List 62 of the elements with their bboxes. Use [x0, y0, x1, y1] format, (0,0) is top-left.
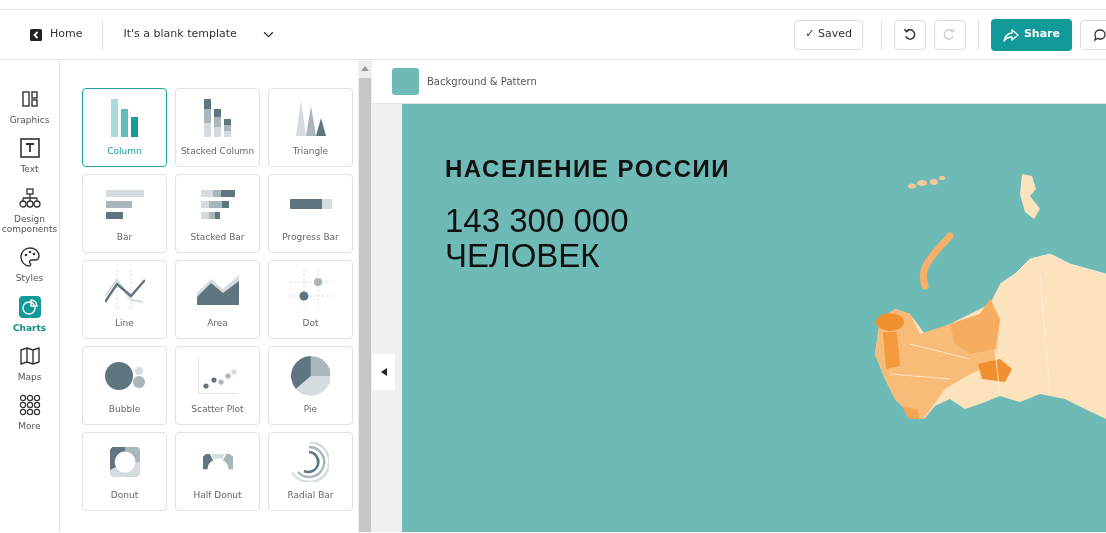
donut-chart-icon: [109, 447, 140, 477]
sidebar-item[interactable]: Maps: [0, 345, 60, 383]
chart-type-tile[interactable]: Progress Bar: [268, 174, 353, 253]
sidebar-item[interactable]: Text: [0, 137, 60, 175]
dot-chart-icon: [289, 270, 332, 310]
chart-type-tile[interactable]: Line: [82, 260, 167, 339]
pie-chart-icon: [18, 295, 41, 318]
redo-icon: [943, 28, 957, 41]
radial-bar-chart-icon: [291, 442, 330, 482]
chart-type-tile[interactable]: Bar: [82, 174, 167, 253]
chart-type-tile[interactable]: Donut: [82, 432, 167, 511]
undo-icon: [903, 28, 917, 41]
half-donut-chart-icon: [202, 454, 233, 470]
grid-icon: [18, 394, 41, 417]
undo-button[interactable]: [893, 19, 926, 50]
background-pattern-label: Background & Pattern: [427, 75, 537, 89]
line-chart-icon: [104, 270, 145, 310]
canvas-text-line: 143 300 000: [445, 204, 630, 240]
hierarchy-icon: [18, 186, 41, 209]
chart-type-tile[interactable]: Column: [82, 88, 167, 167]
collapse-panel-button[interactable]: [372, 354, 395, 390]
stacked-bar-chart-icon: [200, 189, 235, 219]
palette-icon: [18, 246, 41, 269]
sidebar-item[interactable]: Charts: [0, 295, 60, 334]
area-chart-icon: [196, 275, 239, 305]
pie-chart-icon: [290, 356, 331, 396]
chart-type-tile[interactable]: Dot: [268, 260, 353, 339]
scrollbar-thumb[interactable]: [359, 78, 371, 532]
share-icon: [1002, 27, 1019, 42]
share-button[interactable]: Share: [990, 18, 1072, 51]
chart-type-tile[interactable]: Radial Bar: [268, 432, 353, 511]
collapse-arrow-icon: [380, 368, 387, 376]
chart-type-tile[interactable]: Stacked Bar: [175, 174, 260, 253]
canvas-heading: НАСЕЛЕНИЕ РОССИИ: [445, 156, 731, 183]
bar-chart-icon: [105, 189, 144, 219]
template-dropdown[interactable]: It's a blank template: [123, 26, 274, 43]
chart-type-tile[interactable]: Pie: [268, 346, 353, 425]
chart-type-tile[interactable]: Bubble: [82, 346, 167, 425]
sidebar-item[interactable]: Design components: [0, 186, 60, 235]
home-button[interactable]: Home: [30, 26, 83, 43]
back-icon: [30, 28, 42, 41]
bubble-chart-icon: [104, 362, 145, 390]
chart-type-tile[interactable]: Stacked Column: [175, 88, 260, 167]
chevron-down-icon: [262, 31, 274, 38]
background-swatch[interactable]: [392, 68, 419, 95]
saved-button[interactable]: ✓ Saved: [794, 19, 863, 50]
map-icon: [18, 345, 41, 368]
column-chart-icon: [111, 99, 138, 137]
progress-bar-icon: [289, 199, 332, 209]
chart-type-tile[interactable]: Scatter Plot: [175, 346, 260, 425]
chart-type-tile[interactable]: Triangle: [268, 88, 353, 167]
sidebar-item[interactable]: Styles: [0, 246, 60, 284]
chart-type-tile[interactable]: Half Donut: [175, 432, 260, 511]
scatter-plot-icon: [197, 358, 238, 394]
sidebar-item[interactable]: Graphics: [0, 88, 60, 126]
chart-type-tile[interactable]: Area: [175, 260, 260, 339]
sidebar-item[interactable]: More: [0, 394, 60, 432]
text-icon: [18, 137, 41, 160]
stacked-column-chart-icon: [204, 99, 231, 137]
canvas-text-line: ЧЕЛОВЕК: [445, 239, 601, 274]
scroll-up-icon[interactable]: [361, 66, 369, 71]
comment-icon: [1093, 27, 1106, 42]
